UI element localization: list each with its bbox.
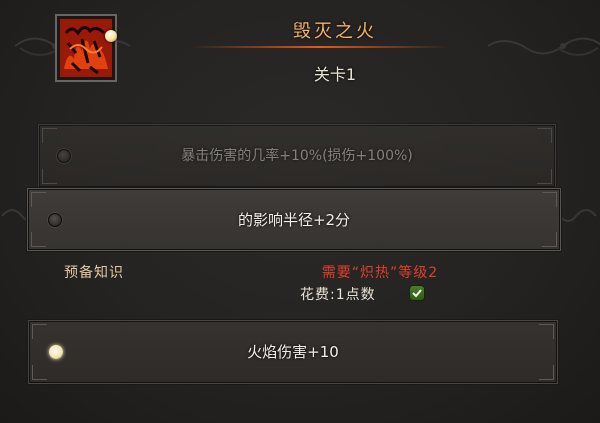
fire-rune-icon (60, 19, 112, 77)
skill-icon (57, 16, 115, 80)
skill-level: 关卡1 (313, 65, 357, 84)
rune-option-fire-damage[interactable]: 火焰伤害+10 (28, 320, 558, 384)
option-label: 暴击伤害的几率+10%(损伤+100%) (181, 148, 413, 164)
skill-title: 毁灭之火 (293, 21, 377, 42)
skill-rank-badge (105, 30, 117, 42)
right-ornament (487, 37, 600, 56)
rune-option-radius[interactable]: 的影响半径+2分 (27, 188, 561, 251)
mid-right-ornament (559, 209, 597, 222)
option-label: 的影响半径+2分 (237, 210, 351, 229)
requirement-text: 需要“炽热”等级2 (321, 265, 439, 281)
cost-text: 花费:1点数 (300, 287, 376, 303)
skill-tooltip-panel: 毁灭之火 关卡1 暴击伤害的几率+10%(损伤+100%) 的影响半径+2分 预… (0, 0, 600, 423)
checkmark-icon (410, 286, 424, 300)
title-divider (190, 46, 450, 48)
option-label: 火焰伤害+10 (247, 343, 339, 361)
rune-option-crit[interactable]: 暴击伤害的几率+10%(损伤+100%) (38, 124, 556, 188)
prerequisites-label: 预备知识 (64, 265, 124, 281)
